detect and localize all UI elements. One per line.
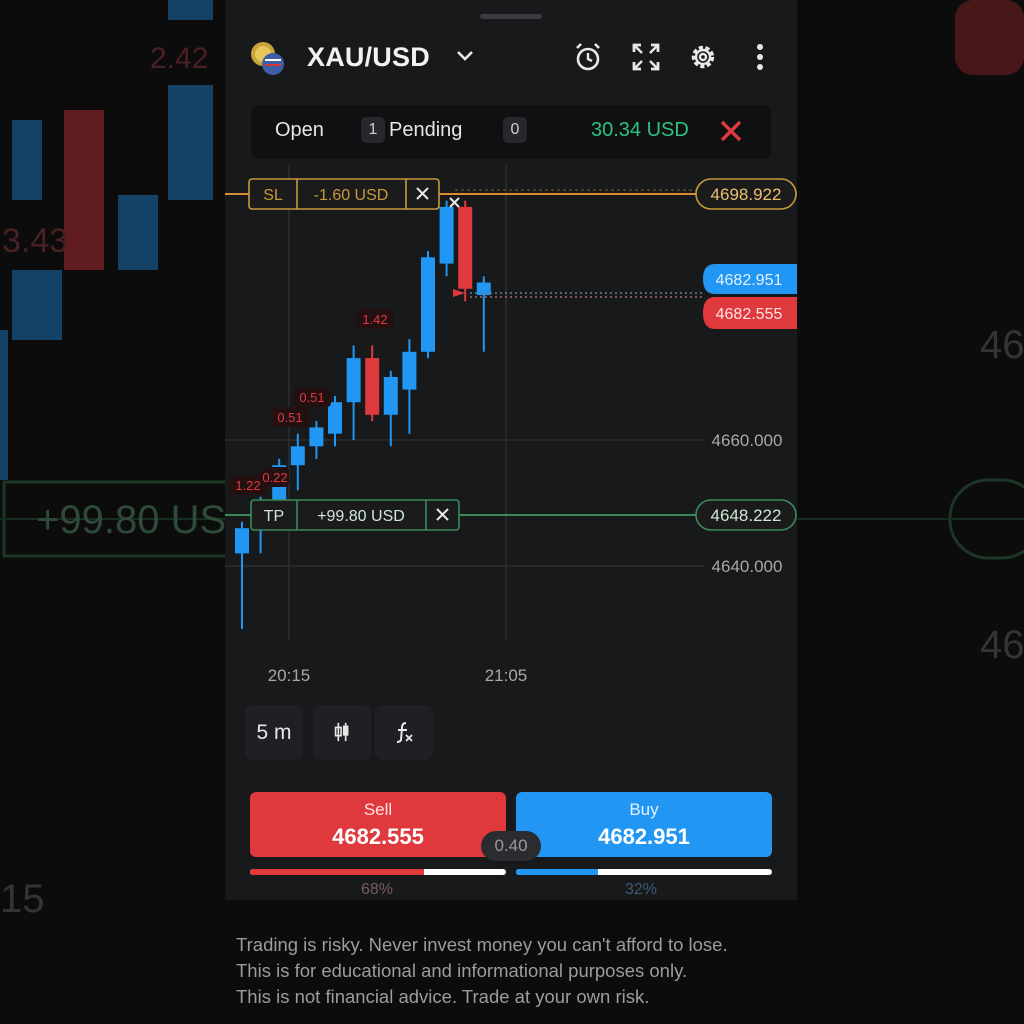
price-chart[interactable]: SL -1.60 USD 4698.922 TP +99.80 USD 4648…	[225, 165, 797, 705]
candlestick-type-icon	[334, 722, 349, 742]
trade-marker-5: 0.22	[262, 470, 287, 485]
symbol-title[interactable]: XAU/USD	[307, 42, 430, 73]
candle-body	[328, 402, 342, 434]
sl-price-tag: 4698.922	[711, 185, 782, 204]
candle-body	[421, 257, 435, 352]
sell-sentiment-fill	[250, 869, 425, 875]
candle-body	[365, 358, 380, 415]
buy-sentiment-fill	[516, 869, 598, 875]
position-arrow-icon	[453, 289, 465, 297]
trade-marker-3: 0.51	[277, 410, 302, 425]
disclaimer-line-3: This is not financial advice. Trade at y…	[236, 986, 650, 1007]
app-header: XAU/USD	[225, 28, 797, 88]
more-vertical-icon[interactable]	[743, 40, 777, 74]
time-tick-2015: 20:15	[268, 666, 311, 685]
indicators-icon	[396, 722, 413, 743]
trade-marker-4: 1.22	[235, 478, 260, 493]
candle-body	[476, 282, 491, 296]
total-profit: 30.34 USD	[591, 119, 689, 141]
trade-marker-2: 0.51	[299, 390, 324, 405]
candle-body	[290, 446, 305, 466]
buy-price: 4682.951	[598, 824, 690, 849]
tp-value: +99.80 USD	[317, 508, 405, 525]
sl-value: -1.60 USD	[314, 187, 389, 204]
bid-ask-tags: 4682.951 4682.555	[703, 264, 797, 329]
gear-icon[interactable]	[686, 40, 720, 74]
pending-tab[interactable]: Pending	[389, 119, 462, 142]
fullscreen-icon[interactable]	[629, 40, 663, 74]
positions-bar: Open 1 Pending 0 30.34 USD	[251, 105, 771, 159]
buy-sentiment-bar	[516, 869, 772, 875]
risk-disclaimer: Trading is risky. Never invest money you…	[236, 932, 826, 1010]
time-tick-2105: 21:05	[485, 666, 528, 685]
bg-pl-text: +99.80 US	[36, 498, 226, 542]
candle-body	[458, 206, 473, 289]
sell-button[interactable]: Sell 4682.555	[250, 792, 506, 857]
candle-body	[235, 528, 249, 554]
alarm-clock-icon[interactable]	[571, 40, 605, 74]
bg-time-text: 15	[0, 877, 45, 921]
candle-body	[383, 377, 398, 415]
price-tick-4660: 4660.000	[712, 431, 783, 450]
trading-app-panel: XAU/USD Open 1 Pending 0 30.34 USD SL -1…	[225, 0, 797, 900]
sl-drag-close-icon[interactable]	[449, 197, 460, 208]
stop-loss-line[interactable]: SL -1.60 USD 4698.922	[225, 178, 797, 210]
trade-marker-1: 1.42	[362, 312, 387, 327]
pending-count-badge: 0	[503, 117, 527, 143]
sell-label: Sell	[363, 800, 393, 819]
bg-right-price-text-2: 46	[980, 623, 1024, 667]
buy-button[interactable]: Buy 4682.951	[516, 792, 772, 857]
take-profit-line[interactable]: TP +99.80 USD 4648.222	[225, 499, 797, 531]
chevron-down-icon[interactable]	[453, 44, 477, 68]
chart-type-button[interactable]	[313, 705, 371, 760]
indicators-button[interactable]	[375, 705, 433, 760]
drag-handle[interactable]	[480, 14, 542, 19]
price-tick-4640: 4640.000	[712, 557, 783, 576]
tp-price-tag: 4648.222	[711, 506, 782, 525]
candle-body	[402, 351, 417, 390]
sell-price: 4682.555	[332, 824, 424, 849]
candle-body	[309, 427, 324, 447]
buy-label: Buy	[629, 800, 659, 819]
sell-sentiment-percent: 68%	[361, 881, 394, 898]
ask-price-tag: 4682.951	[716, 272, 783, 289]
open-tab[interactable]: Open	[275, 119, 324, 142]
spread-badge: 0.40	[481, 831, 541, 861]
bid-price-tag: 4682.555	[716, 306, 783, 323]
tp-tag: TP	[264, 508, 284, 525]
candle-body	[346, 358, 361, 403]
disclaimer-line-2: This is for educational and informationa…	[236, 960, 688, 981]
close-all-icon[interactable]	[715, 115, 747, 147]
sl-tag: SL	[263, 187, 283, 204]
gold-coin-icon	[251, 42, 284, 75]
buy-sentiment-percent: 32%	[625, 881, 658, 898]
open-count-badge: 1	[361, 117, 385, 143]
timeframe-button[interactable]: 5 m	[245, 705, 303, 760]
disclaimer-line-1: Trading is risky. Never invest money you…	[236, 934, 728, 955]
candle-body	[439, 206, 454, 264]
bg-right-price-text: 46	[980, 323, 1024, 367]
bg-label-text: 3.43	[2, 222, 68, 260]
sell-sentiment-bar	[250, 869, 506, 875]
bg-top-label-text: 2.42	[150, 42, 208, 75]
